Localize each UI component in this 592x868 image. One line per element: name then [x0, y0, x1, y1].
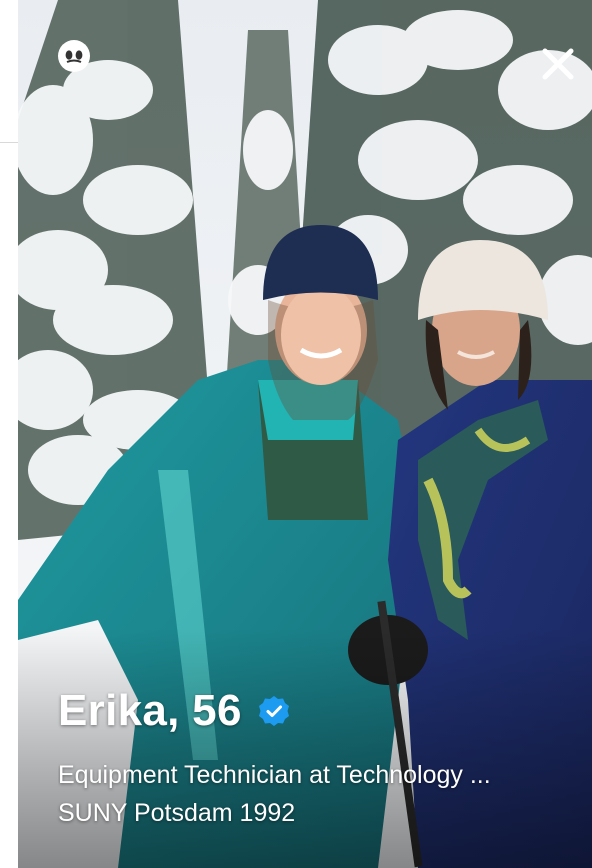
- profile-school: SUNY Potsdam 1992: [58, 799, 296, 827]
- profile-name-age: Erika, 56: [58, 686, 242, 735]
- verified-check-icon: [258, 695, 290, 727]
- profile-info: Erika, 56 Equipment Technician at Techno…: [58, 686, 576, 830]
- name-row: Erika, 56: [58, 686, 576, 736]
- profile-card[interactable]: Erika, 56 Equipment Technician at Techno…: [18, 0, 592, 868]
- divider: [0, 142, 18, 143]
- profile-job: Equipment Technician at Technology ...: [58, 761, 491, 789]
- left-panel-edge: [0, 0, 18, 868]
- chat-bubble-icon[interactable]: [54, 36, 94, 76]
- close-icon[interactable]: [538, 44, 578, 84]
